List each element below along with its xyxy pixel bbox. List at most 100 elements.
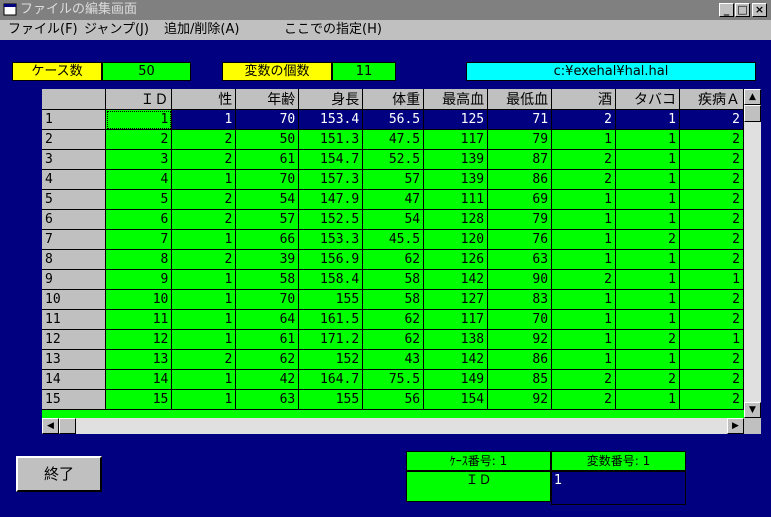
- cell-diastolic[interactable]: 79: [487, 129, 553, 150]
- end-button[interactable]: 終了: [16, 456, 102, 492]
- cell-tobacco[interactable]: 1: [615, 289, 680, 310]
- cell-systolic[interactable]: 154: [423, 389, 489, 410]
- table-row[interactable]: 13 13 2 62 152 43 142 86 1 1 2: [42, 349, 744, 370]
- cell-weight[interactable]: 62: [362, 309, 425, 330]
- cell-age[interactable]: 70: [235, 109, 300, 130]
- cell-age[interactable]: 62: [235, 349, 300, 370]
- cell-id[interactable]: 13: [105, 349, 173, 370]
- cell-id[interactable]: 4: [105, 169, 173, 190]
- cell-age[interactable]: 54: [235, 189, 300, 210]
- table-row[interactable]: 10 10 1 70 155 58 127 83 1 1 2: [42, 289, 744, 310]
- scroll-down-icon[interactable]: ▼: [744, 402, 761, 418]
- cell-id[interactable]: 8: [105, 249, 173, 270]
- cell-sex[interactable]: 2: [171, 249, 237, 270]
- minimize-button[interactable]: _: [719, 3, 734, 17]
- menu-settings[interactable]: ここでの指定(H): [284, 22, 382, 38]
- col-header-age[interactable]: 年齢: [235, 89, 300, 110]
- table-row[interactable]: 2 2 2 50 151.3 47.5 117 79 1 1 2: [42, 129, 744, 150]
- cell-diastolic[interactable]: 69: [487, 189, 553, 210]
- cell-disease-a[interactable]: 1: [679, 269, 744, 290]
- cell-disease-a[interactable]: 2: [679, 209, 744, 230]
- cell-height[interactable]: 158.4: [298, 269, 364, 290]
- row-header[interactable]: 15: [42, 389, 107, 410]
- cell-sex[interactable]: 1: [171, 289, 237, 310]
- cell-age[interactable]: 50: [235, 129, 300, 150]
- cell-height[interactable]: 153.3: [298, 229, 364, 250]
- cell-age[interactable]: 61: [235, 329, 300, 350]
- cell-weight[interactable]: 62: [362, 329, 425, 350]
- cell-tobacco[interactable]: 1: [615, 209, 680, 230]
- row-header[interactable]: 1: [42, 109, 107, 130]
- cell-alcohol[interactable]: 1: [551, 349, 616, 370]
- table-row[interactable]: 11 11 1 64 161.5 62 117 70 1 1 2: [42, 309, 744, 330]
- cell-age[interactable]: 64: [235, 309, 300, 330]
- cell-alcohol[interactable]: 2: [551, 269, 616, 290]
- cell-age[interactable]: 63: [235, 389, 300, 410]
- cell-id[interactable]: 15: [105, 389, 173, 410]
- vertical-scroll-thumb[interactable]: [744, 105, 761, 122]
- col-header-alcohol[interactable]: 酒: [551, 89, 616, 110]
- maximize-button[interactable]: □: [735, 3, 750, 17]
- table-row[interactable]: 4 4 1 70 157.3 57 139 86 2 1 2: [42, 169, 744, 190]
- cell-id[interactable]: 9: [105, 269, 173, 290]
- cell-height[interactable]: 156.9: [298, 249, 364, 270]
- cell-sex[interactable]: 2: [171, 209, 237, 230]
- cell-systolic[interactable]: 120: [423, 229, 489, 250]
- cell-alcohol[interactable]: 2: [551, 389, 616, 410]
- table-row[interactable]: 8 8 2 39 156.9 62 126 63 1 1 2: [42, 249, 744, 270]
- cell-age[interactable]: 61: [235, 149, 300, 170]
- cell-systolic[interactable]: 127: [423, 289, 489, 310]
- scroll-up-icon[interactable]: ▲: [744, 89, 761, 105]
- cell-id[interactable]: 7: [105, 229, 173, 250]
- cell-disease-a[interactable]: 2: [679, 369, 744, 390]
- cell-systolic[interactable]: 149: [423, 369, 489, 390]
- cell-tobacco[interactable]: 1: [615, 389, 680, 410]
- cell-systolic[interactable]: 126: [423, 249, 489, 270]
- cell-sex[interactable]: 1: [171, 109, 237, 130]
- cell-disease-a[interactable]: 2: [679, 309, 744, 330]
- row-header[interactable]: 8: [42, 249, 107, 270]
- cell-sex[interactable]: 1: [171, 329, 237, 350]
- cell-diastolic[interactable]: 63: [487, 249, 553, 270]
- cell-systolic[interactable]: 125: [423, 109, 489, 130]
- table-row[interactable]: 5 5 2 54 147.9 47 111 69 1 1 2: [42, 189, 744, 210]
- cell-disease-a[interactable]: 2: [679, 129, 744, 150]
- cell-weight[interactable]: 54: [362, 209, 425, 230]
- cell-tobacco[interactable]: 1: [615, 169, 680, 190]
- cell-weight[interactable]: 52.5: [362, 149, 425, 170]
- cell-height[interactable]: 161.5: [298, 309, 364, 330]
- cell-disease-a[interactable]: 2: [679, 249, 744, 270]
- cell-sex[interactable]: 1: [171, 309, 237, 330]
- cell-weight[interactable]: 47.5: [362, 129, 425, 150]
- cell-sex[interactable]: 1: [171, 369, 237, 390]
- cell-height[interactable]: 171.2: [298, 329, 364, 350]
- cell-disease-a[interactable]: 2: [679, 289, 744, 310]
- cell-weight[interactable]: 75.5: [362, 369, 425, 390]
- cell-id[interactable]: 14: [105, 369, 173, 390]
- cell-sex[interactable]: 2: [171, 349, 237, 370]
- cell-disease-a[interactable]: 1: [679, 329, 744, 350]
- cell-id[interactable]: 3: [105, 149, 173, 170]
- row-header[interactable]: 7: [42, 229, 107, 250]
- cell-alcohol[interactable]: 1: [551, 229, 616, 250]
- cell-systolic[interactable]: 117: [423, 129, 489, 150]
- row-header[interactable]: 12: [42, 329, 107, 350]
- row-header[interactable]: 3: [42, 149, 107, 170]
- scroll-right-icon[interactable]: ▶: [727, 418, 744, 434]
- cell-tobacco[interactable]: 1: [615, 109, 680, 130]
- row-header[interactable]: 6: [42, 209, 107, 230]
- cell-height[interactable]: 152: [298, 349, 364, 370]
- col-header-weight[interactable]: 体重: [362, 89, 425, 110]
- cell-sex[interactable]: 2: [171, 189, 237, 210]
- row-header[interactable]: 9: [42, 269, 107, 290]
- cell-disease-a[interactable]: 2: [679, 169, 744, 190]
- cell-age[interactable]: 70: [235, 169, 300, 190]
- cell-disease-a[interactable]: 2: [679, 229, 744, 250]
- cell-diastolic[interactable]: 76: [487, 229, 553, 250]
- cell-disease-a[interactable]: 2: [679, 189, 744, 210]
- cell-weight[interactable]: 56.5: [362, 109, 425, 130]
- cell-diastolic[interactable]: 71: [487, 109, 553, 130]
- cell-sex[interactable]: 2: [171, 129, 237, 150]
- cell-diastolic[interactable]: 87: [487, 149, 553, 170]
- cell-sex[interactable]: 1: [171, 269, 237, 290]
